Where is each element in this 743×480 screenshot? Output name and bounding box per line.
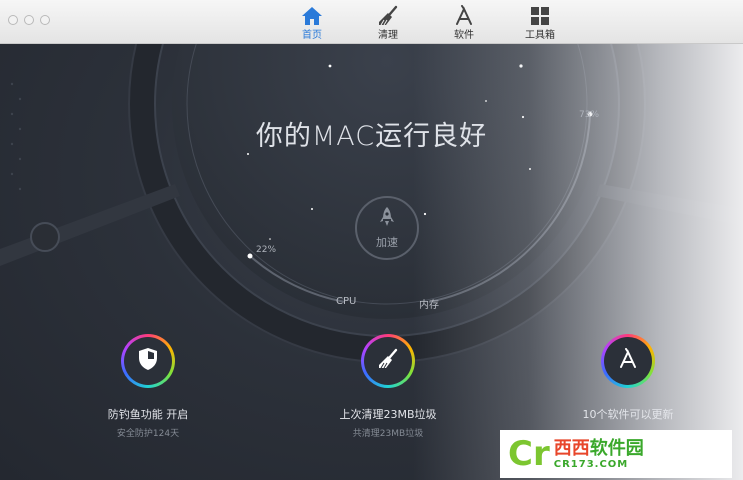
tab-software-label: 软件 [454, 30, 474, 41]
boost-button[interactable]: 加速 [355, 196, 419, 260]
feature-anti-phishing: 防钓鱼功能 开启 安全防护124天 [53, 334, 243, 439]
zoom-window-button[interactable] [40, 15, 50, 25]
tab-home[interactable]: 首页 [274, 0, 350, 44]
dashboard: 你的MAC运行良好 加速 22% 73% CPU 内存 防钓鱼功能 开启 安全防… [0, 44, 743, 480]
feature-title: 防钓鱼功能 开启 [107, 408, 189, 421]
grid-icon [529, 5, 551, 27]
cpu-gauge-label: CPU [336, 296, 357, 307]
memory-gauge-label: 内存 [419, 300, 439, 311]
window-controls [8, 15, 50, 25]
shield-icon [137, 347, 159, 375]
watermark-glyph: Cr [508, 434, 550, 474]
feature-software-updates: 10个软件可以更新 [533, 334, 723, 426]
boost-label: 加速 [376, 236, 398, 249]
toolbar: 首页 清理 软件 工具箱 [0, 0, 743, 44]
rocket-icon [379, 206, 395, 232]
clean-button[interactable] [361, 334, 415, 388]
minimize-window-button[interactable] [24, 15, 34, 25]
feature-last-clean: 上次清理23MB垃圾 共清理23MB垃圾 [293, 334, 483, 439]
app-store-icon [453, 5, 475, 27]
status-headline: 你的MAC运行良好 [255, 121, 488, 152]
anti-phishing-button[interactable] [121, 334, 175, 388]
broom-icon [377, 5, 399, 27]
cpu-percent: 22% [256, 245, 277, 255]
main-tabs: 首页 清理 软件 工具箱 [274, 0, 578, 44]
broom-icon [377, 348, 399, 374]
tab-software[interactable]: 软件 [426, 0, 502, 44]
tab-toolbox[interactable]: 工具箱 [502, 0, 578, 44]
watermark-name-2: 软件园 [589, 437, 644, 459]
feature-title: 上次清理23MB垃圾 [339, 408, 437, 421]
app-window: 首页 清理 软件 工具箱 你的MAC运行良好 加速 22% 73% CPU 内存… [0, 0, 743, 480]
watermark-logo: Cr 西西软件园 CR173.COM [500, 430, 732, 478]
close-window-button[interactable] [8, 15, 18, 25]
memory-percent: 73% [579, 110, 600, 120]
tab-clean[interactable]: 清理 [350, 0, 426, 44]
watermark-name-1: 西西 [553, 437, 590, 459]
software-updates-button[interactable] [601, 334, 655, 388]
home-icon [301, 5, 323, 27]
tab-toolbox-label: 工具箱 [525, 30, 555, 41]
watermark-url: CR173.COM [553, 458, 629, 470]
tab-home-label: 首页 [302, 30, 322, 41]
feature-title: 10个软件可以更新 [582, 408, 674, 421]
feature-subtitle: 共清理23MB垃圾 [352, 429, 424, 439]
feature-subtitle: 安全防护124天 [116, 429, 180, 439]
tab-clean-label: 清理 [378, 30, 398, 41]
app-store-icon [617, 348, 639, 374]
